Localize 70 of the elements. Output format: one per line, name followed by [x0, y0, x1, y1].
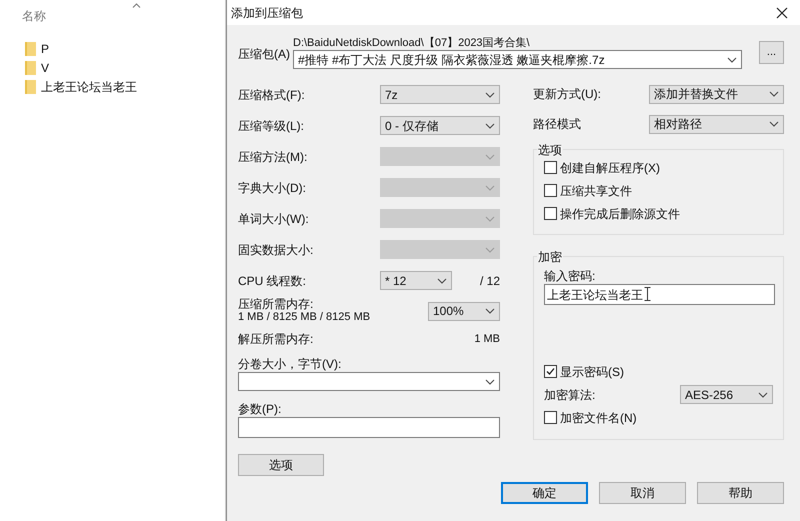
chevron-down-icon	[769, 121, 779, 127]
text-cursor-icon	[644, 287, 651, 301]
chevron-down-icon	[485, 378, 495, 384]
dialog-button[interactable]: 帮助	[697, 482, 784, 504]
folder-icon	[25, 42, 36, 56]
checkbox-label: 压缩共享文件	[560, 182, 632, 200]
folder-item[interactable]: 上老王论坛当老王	[25, 77, 137, 96]
field-label: 分卷大小，字节(V):	[238, 356, 342, 372]
field-label: 压缩方法(M):	[238, 148, 308, 166]
folder-icon	[25, 80, 36, 94]
parameters-field[interactable]	[238, 417, 500, 438]
dropdown[interactable]: * 12	[380, 271, 452, 290]
dropdown[interactable]: 7z	[380, 85, 500, 104]
dropdown[interactable]	[238, 372, 500, 391]
dropdown[interactable]: 相对路径	[649, 114, 784, 134]
folder-item[interactable]: V	[25, 58, 50, 77]
chevron-down-icon	[485, 122, 495, 128]
memory-usage: 1 MB / 8125 MB / 8125 MB	[238, 311, 370, 324]
dialog-button[interactable]: 确定	[501, 482, 588, 504]
checkbox-label: 创建自解压程序(X)	[560, 160, 660, 176]
archive-path: D:\BaiduNetdiskDownload\【07】2023国考合集\	[293, 36, 531, 50]
dropdown[interactable]: #推特 #布丁大法 尺度升级 隔衣紫薇湿透 嫩逼夹棍摩擦.7z	[293, 50, 742, 69]
field-label: 压缩等级(L):	[238, 118, 304, 134]
field-label: 单词大小(W):	[238, 210, 309, 228]
folder-icon	[25, 60, 36, 74]
checkbox-label: 显示密码(S)	[560, 364, 624, 380]
field-label: 输入密码:	[544, 268, 596, 284]
field-label: 压缩包(A)	[238, 46, 291, 63]
field-label: 压缩所需内存:	[238, 298, 314, 311]
chevron-down-icon	[485, 216, 495, 222]
chevron-down-icon	[485, 184, 495, 190]
checkbox-label: 加密文件名(N)	[560, 410, 637, 426]
checkbox[interactable]	[544, 207, 557, 220]
chevron-down-icon	[485, 154, 495, 160]
column-header[interactable]: 名称	[22, 7, 46, 25]
dropdown[interactable]: 添加并替换文件	[649, 84, 784, 104]
field-label: 压缩格式(F):	[238, 86, 305, 104]
field-label: 加密算法:	[544, 386, 596, 404]
options-button[interactable]: 选项	[238, 454, 324, 476]
field-label: 解压所需内存:	[238, 331, 314, 348]
dialog-button[interactable]: 取消	[599, 482, 686, 504]
browse-button[interactable]: ...	[759, 41, 784, 64]
field-label: 参数(P):	[238, 401, 282, 417]
window-title: 添加到压缩包	[231, 4, 303, 22]
chevron-down-icon	[758, 392, 768, 398]
checkbox[interactable]	[544, 411, 557, 424]
checkbox-label: 操作完成后删除源文件	[560, 206, 680, 222]
field-label: 路径模式	[533, 116, 581, 133]
checkbox[interactable]	[544, 184, 557, 197]
field-label: 固实数据大小:	[238, 242, 314, 258]
dropdown[interactable]: AES-256	[680, 385, 773, 404]
chevron-down-icon	[485, 246, 495, 252]
chevron-down-icon	[769, 91, 779, 97]
dropdown[interactable]: 0 - 仅存储	[380, 116, 500, 135]
field-label: CPU 线程数:	[238, 272, 308, 290]
chevron-down-icon	[437, 278, 447, 284]
thread-max: / 12	[480, 272, 500, 290]
checkbox[interactable]	[544, 161, 557, 174]
chevron-down-icon	[485, 92, 495, 98]
memory-value: 1 MB	[474, 332, 500, 347]
password-field[interactable]: 上老王论坛当老王	[544, 284, 775, 305]
folder-item[interactable]: P	[25, 39, 50, 58]
chevron-down-icon	[485, 308, 495, 314]
dropdown[interactable]: 100%	[428, 302, 500, 320]
field-label: 更新方式(U):	[533, 86, 601, 103]
field-label: 字典大小(D):	[238, 180, 306, 196]
group-title: 选项	[537, 141, 563, 159]
chevron-down-icon	[727, 56, 737, 62]
checkbox[interactable]	[544, 365, 557, 378]
close-icon[interactable]	[776, 6, 788, 18]
